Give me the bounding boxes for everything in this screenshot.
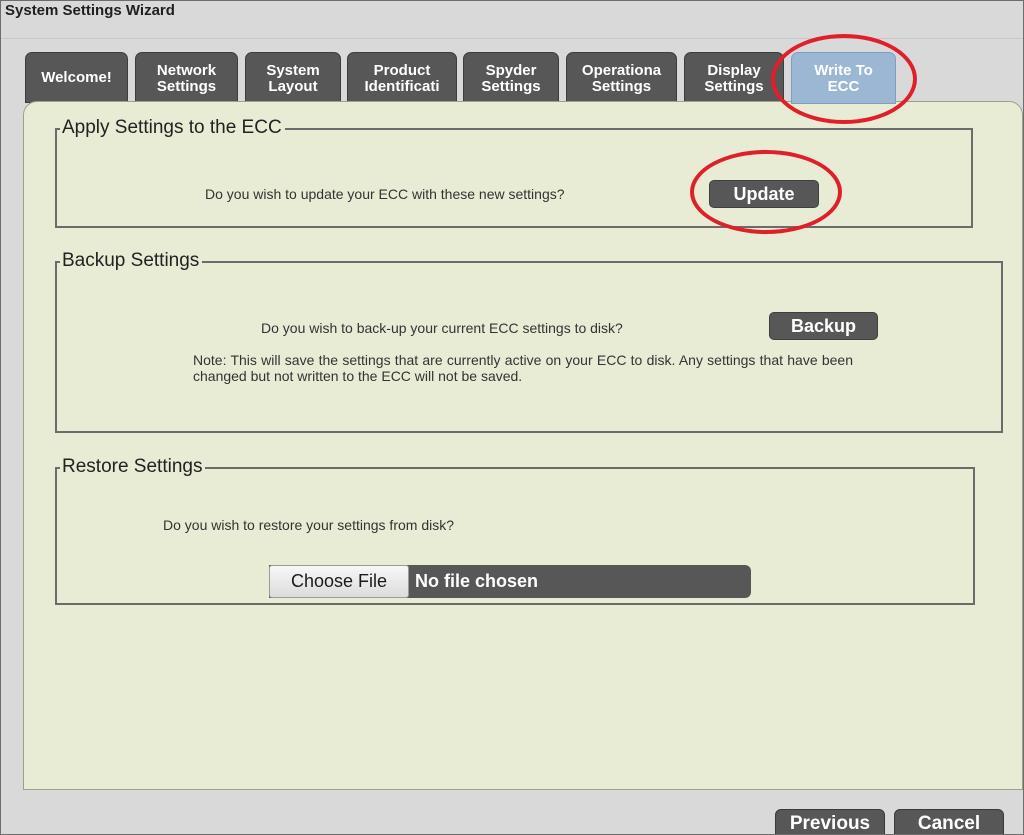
tab-spyder-label-2: Settings (481, 79, 541, 95)
tab-display-label-1: Display (707, 63, 761, 79)
tab-system-label-2: Layout (268, 79, 318, 95)
tab-write-label-2: ECC (827, 79, 860, 95)
tab-product-label-1: Product (373, 63, 431, 79)
tab-welcome[interactable]: Welcome! (25, 52, 128, 103)
tab-product-identification[interactable]: Product Identificati (347, 52, 457, 103)
file-input[interactable]: Choose File No file chosen (269, 565, 751, 598)
tab-write-to-ecc[interactable]: Write To ECC (791, 52, 896, 104)
cancel-button[interactable]: Cancel (894, 809, 1004, 834)
tab-operational-label-2: Settings (591, 79, 652, 95)
tab-system-layout[interactable]: System Layout (245, 52, 341, 103)
tab-spyder-label-1: Spyder (485, 63, 537, 79)
restore-settings-prompt: Do you wish to restore your settings fro… (163, 517, 455, 533)
tab-operational-label-1: Operationa (581, 63, 662, 79)
apply-settings-prompt: Do you wish to update your ECC with thes… (205, 186, 565, 202)
restore-settings-legend: Restore Settings (60, 455, 206, 479)
tab-system-label-1: System (266, 63, 320, 79)
tab-product-label-2: Identificati (364, 79, 440, 95)
tab-network-settings[interactable]: Network Settings (135, 52, 238, 103)
window-title: System Settings Wizard (5, 2, 175, 19)
backup-button[interactable]: Backup (769, 312, 878, 340)
backup-note: Note: This will save the settings that a… (193, 352, 853, 384)
file-status-text: No file chosen (415, 571, 539, 591)
tab-write-label-1: Write To (814, 63, 873, 79)
apply-settings-legend: Apply Settings to the ECC (60, 116, 285, 140)
tab-display-label-2: Settings (704, 79, 764, 95)
tab-network-label-1: Network (156, 63, 217, 79)
choose-file-button[interactable]: Choose File (269, 565, 409, 598)
backup-settings-legend: Backup Settings (60, 249, 203, 273)
settings-wizard-window: System Settings Wizard Welcome! Network … (0, 0, 1024, 835)
tab-display-settings[interactable]: Display Settings (684, 52, 784, 103)
title-divider (1, 38, 1023, 39)
tab-operational-settings[interactable]: Operationa Settings (566, 52, 677, 103)
previous-button[interactable]: Previous (775, 809, 885, 834)
tab-welcome-label: Welcome! (41, 70, 112, 86)
update-button[interactable]: Update (709, 180, 819, 208)
apply-settings-group: Apply Settings to the ECC Do you wish to… (55, 116, 973, 228)
backup-settings-prompt: Do you wish to back-up your current ECC … (261, 320, 623, 336)
tab-spyder-settings[interactable]: Spyder Settings (463, 52, 559, 103)
tab-network-label-2: Settings (156, 79, 217, 95)
backup-settings-group: Backup Settings Do you wish to back-up y… (55, 249, 1003, 433)
